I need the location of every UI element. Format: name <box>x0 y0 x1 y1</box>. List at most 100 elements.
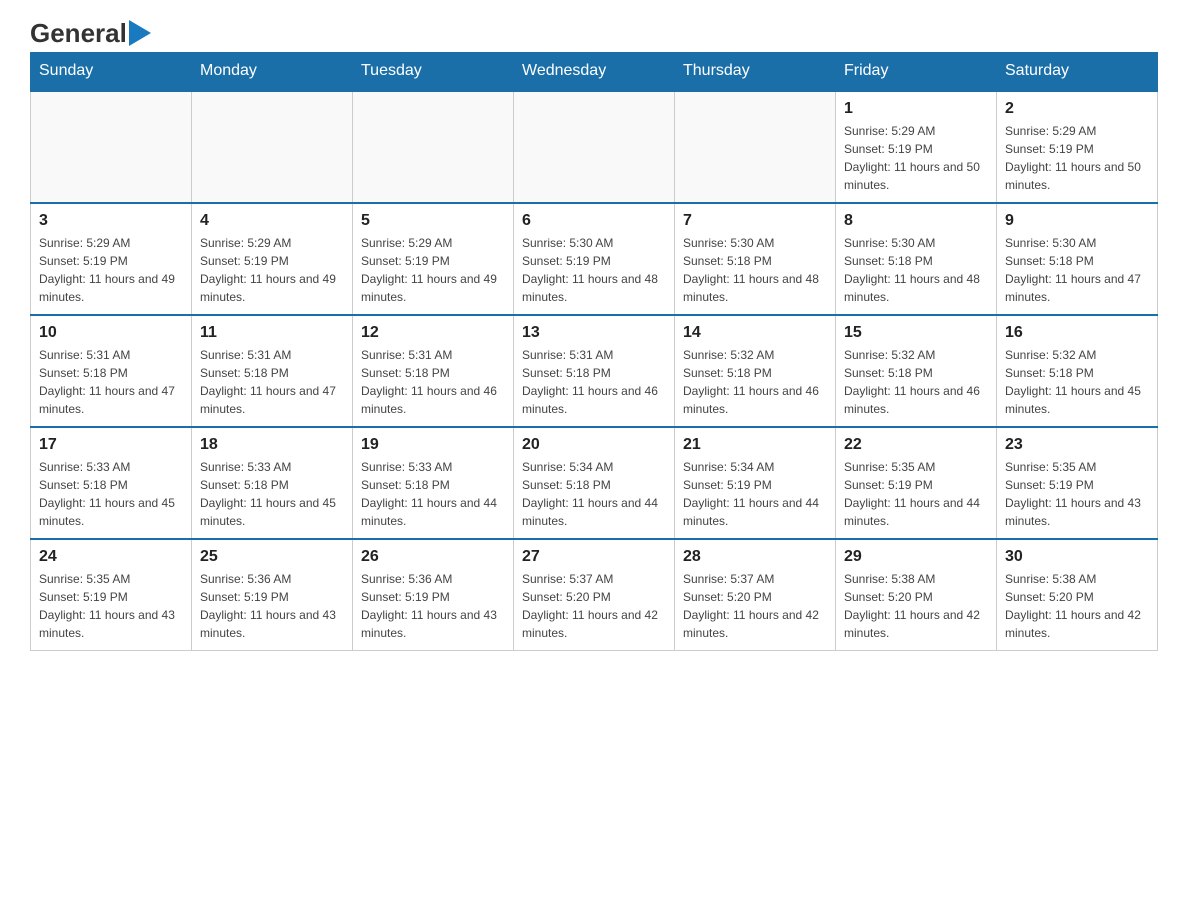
day-number: 21 <box>683 436 827 454</box>
day-info: Sunrise: 5:29 AM Sunset: 5:19 PM Dayligh… <box>1005 122 1149 194</box>
calendar-day: 3Sunrise: 5:29 AM Sunset: 5:19 PM Daylig… <box>31 203 192 315</box>
day-number: 30 <box>1005 548 1149 566</box>
day-info: Sunrise: 5:32 AM Sunset: 5:18 PM Dayligh… <box>683 346 827 418</box>
calendar-day: 18 Sunrise: 5:33 AM Sunset: 5:18 PM Dayli… <box>192 427 353 539</box>
day-info: Sunrise: 5:37 AM Sunset: 5:20 PM Dayligh… <box>522 570 666 642</box>
calendar-day: 27 Sunrise: 5:37 AM Sunset: 5:20 PM Dayli… <box>514 539 675 651</box>
day-number: 29 <box>844 548 988 566</box>
calendar-day <box>514 91 675 203</box>
calendar-day: 14 Sunrise: 5:32 AM Sunset: 5:18 PM Dayli… <box>675 315 836 427</box>
day-number: 10 <box>39 324 183 342</box>
day-info: Sunrise: 5:33 AM Sunset: 5:18 PM Dayligh… <box>39 458 183 530</box>
day-info: Sunrise: 5:32 AM Sunset: 5:18 PM Dayligh… <box>1005 346 1149 418</box>
calendar-day <box>31 91 192 203</box>
calendar-day <box>192 91 353 203</box>
day-number: 3 <box>39 212 183 230</box>
day-info: Sunrise: 5:34 AM Sunset: 5:18 PM Dayligh… <box>522 458 666 530</box>
calendar-day: 5Sunrise: 5:29 AM Sunset: 5:19 PM Daylig… <box>353 203 514 315</box>
page-header: General <box>30 20 1158 42</box>
day-number: 19 <box>361 436 505 454</box>
day-info: Sunrise: 5:30 AM Sunset: 5:18 PM Dayligh… <box>844 234 988 306</box>
day-number: 28 <box>683 548 827 566</box>
calendar-day: 7 Sunrise: 5:30 AM Sunset: 5:18 PM Daylig… <box>675 203 836 315</box>
day-header-monday: Monday <box>192 52 353 91</box>
calendar-day: 23Sunrise: 5:35 AM Sunset: 5:19 PM Dayli… <box>997 427 1158 539</box>
calendar-day: 11 Sunrise: 5:31 AM Sunset: 5:18 PM Dayli… <box>192 315 353 427</box>
calendar-day <box>675 91 836 203</box>
day-header-saturday: Saturday <box>997 52 1158 91</box>
day-header-tuesday: Tuesday <box>353 52 514 91</box>
day-info: Sunrise: 5:34 AM Sunset: 5:19 PM Dayligh… <box>683 458 827 530</box>
day-info: Sunrise: 5:35 AM Sunset: 5:19 PM Dayligh… <box>39 570 183 642</box>
calendar-day: 15 Sunrise: 5:32 AM Sunset: 5:18 PM Dayli… <box>836 315 997 427</box>
calendar-day: 21 Sunrise: 5:34 AM Sunset: 5:19 PM Dayli… <box>675 427 836 539</box>
day-number: 27 <box>522 548 666 566</box>
day-header-wednesday: Wednesday <box>514 52 675 91</box>
calendar-day: 20 Sunrise: 5:34 AM Sunset: 5:18 PM Dayli… <box>514 427 675 539</box>
day-number: 26 <box>361 548 505 566</box>
day-info: Sunrise: 5:35 AM Sunset: 5:19 PM Dayligh… <box>1005 458 1149 530</box>
day-info: Sunrise: 5:33 AM Sunset: 5:18 PM Dayligh… <box>361 458 505 530</box>
calendar-day: 29 Sunrise: 5:38 AM Sunset: 5:20 PM Dayli… <box>836 539 997 651</box>
calendar-day: 22 Sunrise: 5:35 AM Sunset: 5:19 PM Dayli… <box>836 427 997 539</box>
calendar-day: 17 Sunrise: 5:33 AM Sunset: 5:18 PM Dayli… <box>31 427 192 539</box>
day-number: 6 <box>522 212 666 230</box>
day-info: Sunrise: 5:32 AM Sunset: 5:18 PM Dayligh… <box>844 346 988 418</box>
day-number: 24 <box>39 548 183 566</box>
day-number: 22 <box>844 436 988 454</box>
day-info: Sunrise: 5:30 AM Sunset: 5:19 PM Dayligh… <box>522 234 666 306</box>
calendar-day: 10Sunrise: 5:31 AM Sunset: 5:18 PM Dayli… <box>31 315 192 427</box>
day-info: Sunrise: 5:38 AM Sunset: 5:20 PM Dayligh… <box>844 570 988 642</box>
day-number: 8 <box>844 212 988 230</box>
day-number: 15 <box>844 324 988 342</box>
calendar-table: SundayMondayTuesdayWednesdayThursdayFrid… <box>30 52 1158 651</box>
day-info: Sunrise: 5:31 AM Sunset: 5:18 PM Dayligh… <box>522 346 666 418</box>
day-number: 20 <box>522 436 666 454</box>
day-info: Sunrise: 5:30 AM Sunset: 5:18 PM Dayligh… <box>1005 234 1149 306</box>
day-number: 11 <box>200 324 344 342</box>
calendar-header: SundayMondayTuesdayWednesdayThursdayFrid… <box>31 52 1158 91</box>
calendar-day: 26 Sunrise: 5:36 AM Sunset: 5:19 PM Dayli… <box>353 539 514 651</box>
calendar-day: 12 Sunrise: 5:31 AM Sunset: 5:18 PM Dayli… <box>353 315 514 427</box>
day-number: 9 <box>1005 212 1149 230</box>
day-number: 14 <box>683 324 827 342</box>
day-info: Sunrise: 5:31 AM Sunset: 5:18 PM Dayligh… <box>200 346 344 418</box>
calendar-day: 30 Sunrise: 5:38 AM Sunset: 5:20 PM Dayli… <box>997 539 1158 651</box>
calendar-day: 13 Sunrise: 5:31 AM Sunset: 5:18 PM Dayli… <box>514 315 675 427</box>
calendar-day: 2Sunrise: 5:29 AM Sunset: 5:19 PM Daylig… <box>997 91 1158 203</box>
calendar-day: 25 Sunrise: 5:36 AM Sunset: 5:19 PM Dayli… <box>192 539 353 651</box>
day-info: Sunrise: 5:33 AM Sunset: 5:18 PM Dayligh… <box>200 458 344 530</box>
calendar-day: 1Sunrise: 5:29 AM Sunset: 5:19 PM Daylig… <box>836 91 997 203</box>
day-info: Sunrise: 5:37 AM Sunset: 5:20 PM Dayligh… <box>683 570 827 642</box>
day-header-friday: Friday <box>836 52 997 91</box>
day-number: 13 <box>522 324 666 342</box>
calendar-week-1: 1Sunrise: 5:29 AM Sunset: 5:19 PM Daylig… <box>31 91 1158 203</box>
day-number: 12 <box>361 324 505 342</box>
calendar-day: 8 Sunrise: 5:30 AM Sunset: 5:18 PM Daylig… <box>836 203 997 315</box>
day-info: Sunrise: 5:36 AM Sunset: 5:19 PM Dayligh… <box>200 570 344 642</box>
day-info: Sunrise: 5:35 AM Sunset: 5:19 PM Dayligh… <box>844 458 988 530</box>
day-number: 4 <box>200 212 344 230</box>
calendar-day: 4Sunrise: 5:29 AM Sunset: 5:19 PM Daylig… <box>192 203 353 315</box>
calendar-day: 28 Sunrise: 5:37 AM Sunset: 5:20 PM Dayli… <box>675 539 836 651</box>
calendar-day <box>353 91 514 203</box>
day-number: 7 <box>683 212 827 230</box>
day-number: 16 <box>1005 324 1149 342</box>
logo-icon <box>129 20 151 46</box>
calendar-day: 9 Sunrise: 5:30 AM Sunset: 5:18 PM Daylig… <box>997 203 1158 315</box>
calendar-week-3: 10 Sunrise: 5:31 AM Sunset: 5:18 PM Dayli… <box>31 315 1158 427</box>
calendar-day: 6 Sunrise: 5:30 AM Sunset: 5:19 PM Daylig… <box>514 203 675 315</box>
day-info: Sunrise: 5:30 AM Sunset: 5:18 PM Dayligh… <box>683 234 827 306</box>
day-info: Sunrise: 5:36 AM Sunset: 5:19 PM Dayligh… <box>361 570 505 642</box>
day-info: Sunrise: 5:31 AM Sunset: 5:18 PM Dayligh… <box>361 346 505 418</box>
day-number: 17 <box>39 436 183 454</box>
calendar-week-5: 24 Sunrise: 5:35 AM Sunset: 5:19 PM Dayli… <box>31 539 1158 651</box>
day-info: Sunrise: 5:38 AM Sunset: 5:20 PM Dayligh… <box>1005 570 1149 642</box>
calendar-week-2: 3Sunrise: 5:29 AM Sunset: 5:19 PM Daylig… <box>31 203 1158 315</box>
days-header-row: SundayMondayTuesdayWednesdayThursdayFrid… <box>31 52 1158 91</box>
day-number: 18 <box>200 436 344 454</box>
calendar-day: 19 Sunrise: 5:33 AM Sunset: 5:18 PM Dayli… <box>353 427 514 539</box>
day-number: 5 <box>361 212 505 230</box>
day-number: 25 <box>200 548 344 566</box>
calendar-day: 24 Sunrise: 5:35 AM Sunset: 5:19 PM Dayli… <box>31 539 192 651</box>
